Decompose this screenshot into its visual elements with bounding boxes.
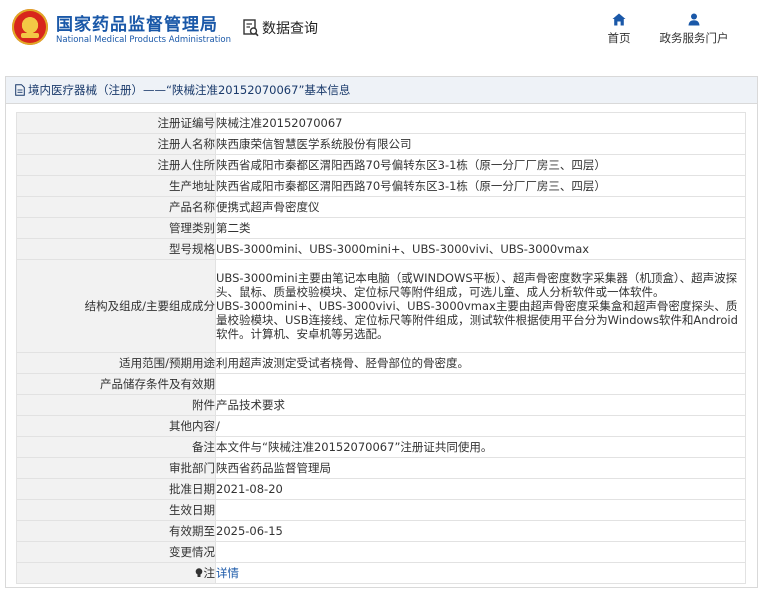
row-value: 2021-08-20 [215, 478, 746, 500]
row-value: 产品技术要求 [215, 394, 746, 416]
table-row: 型号规格 UBS-3000mini、UBS-3000mini+、UBS-3000… [16, 238, 746, 260]
row-label: 附件 [16, 394, 216, 416]
composition-text: UBS-3000mini主要由笔记本电脑（或WINDOWS平板）、超声骨密度数字… [216, 271, 738, 341]
row-label: 注 [203, 566, 216, 580]
row-value: 便携式超声骨密度仪 [215, 196, 746, 218]
table-row: 批准日期 2021-08-20 [16, 478, 746, 500]
table-row: 变更情况 [16, 541, 746, 563]
bulb-icon [195, 568, 202, 577]
table-row: 注册人名称 陕西康荣信智慧医学系统股份有限公司 [16, 133, 746, 155]
site-header: 国家药品监督管理局 National Medical Products Admi… [0, 0, 762, 62]
row-value: 利用超声波测定受试者桡骨、胫骨部位的骨密度。 [215, 352, 746, 374]
row-value: 陕西省咸阳市秦都区渭阳西路70号偏转东区3-1栋（原一分厂厂房三、四层） [215, 175, 746, 197]
table-row: 审批部门 陕西省药品监督管理局 [16, 457, 746, 479]
brand-name-cn[interactable]: 国家药品监督管理局 [56, 10, 218, 35]
row-value [215, 541, 746, 563]
row-label: 生效日期 [16, 499, 216, 521]
row-value: UBS-3000mini主要由笔记本电脑（或WINDOWS平板）、超声骨密度数字… [215, 259, 746, 353]
table-row: 注 详情 [16, 562, 746, 584]
device-info-table: 注册证编号 陕械注准20152070067 注册人名称 陕西康荣信智慧医学系统股… [16, 112, 746, 584]
table-row: 注册人住所 陕西省咸阳市秦都区渭阳西路70号偏转东区3-1栋（原一分厂厂房三、四… [16, 154, 746, 176]
table-row: 备注 本文件与“陕械注准20152070067”注册证共同使用。 [16, 436, 746, 458]
row-value: / [215, 415, 746, 437]
row-label: 产品名称 [16, 196, 216, 218]
row-value: 第二类 [215, 217, 746, 239]
table-row: 产品名称 便携式超声骨密度仪 [16, 196, 746, 218]
row-value [215, 499, 746, 521]
row-value: 陕械注准20152070067 [215, 112, 746, 134]
row-value: 本文件与“陕械注准20152070067”注册证共同使用。 [215, 436, 746, 458]
row-label: 适用范围/预期用途 [16, 352, 216, 374]
row-label: 注册人住所 [16, 154, 216, 176]
row-label: 审批部门 [16, 457, 216, 479]
panel-title: 境内医疗器械（注册）——“陕械注准20152070067”基本信息 [6, 77, 757, 104]
table-row: 适用范围/预期用途 利用超声波测定受试者桡骨、胫骨部位的骨密度。 [16, 352, 746, 374]
nav-home[interactable]: 首页 [605, 13, 633, 46]
row-label: 产品储存条件及有效期 [16, 373, 216, 395]
table-row: 管理类别 第二类 [16, 217, 746, 239]
nav-gov-service-portal[interactable]: 政务服务门户 [656, 13, 732, 46]
row-label: 注册证编号 [16, 112, 216, 134]
info-panel: 境内医疗器械（注册）——“陕械注准20152070067”基本信息 注册证编号 … [5, 76, 758, 588]
table-row: 附件 产品技术要求 [16, 394, 746, 416]
document-icon [15, 84, 25, 96]
data-query-link[interactable]: 数据查询 [243, 18, 318, 38]
row-label: 有效期至 [16, 520, 216, 542]
row-value: 详情 [215, 562, 746, 584]
row-value: 陕西康荣信智慧医学系统股份有限公司 [215, 133, 746, 155]
details-link[interactable]: 详情 [216, 566, 239, 580]
table-row: 有效期至 2025-06-15 [16, 520, 746, 542]
row-label: 注册人名称 [16, 133, 216, 155]
row-label: 生产地址 [16, 175, 216, 197]
nav-home-label: 首页 [607, 31, 631, 45]
table-row: 生产地址 陕西省咸阳市秦都区渭阳西路70号偏转东区3-1栋（原一分厂厂房三、四层… [16, 175, 746, 197]
nav-gov-label: 政务服务门户 [659, 31, 729, 45]
panel-title-text: 境内医疗器械（注册）——“陕械注准20152070067”基本信息 [28, 83, 351, 97]
table-row: 结构及组成/主要组成成分 UBS-3000mini主要由笔记本电脑（或WINDO… [16, 259, 746, 353]
row-value: 陕西省咸阳市秦都区渭阳西路70号偏转东区3-1栋（原一分厂厂房三、四层） [215, 154, 746, 176]
row-label: 型号规格 [16, 238, 216, 260]
row-value [215, 373, 746, 395]
search-document-icon [243, 19, 259, 37]
row-label: 变更情况 [16, 541, 216, 563]
row-label: 批准日期 [16, 478, 216, 500]
home-icon [612, 13, 626, 26]
person-icon [688, 13, 700, 26]
row-label: 管理类别 [16, 217, 216, 239]
table-row: 生效日期 [16, 499, 746, 521]
table-row: 其他内容 / [16, 415, 746, 437]
table-row: 产品储存条件及有效期 [16, 373, 746, 395]
table-row: 注册证编号 陕械注准20152070067 [16, 112, 746, 134]
row-value: 2025-06-15 [215, 520, 746, 542]
row-label: 其他内容 [16, 415, 216, 437]
brand-name-en[interactable]: National Medical Products Administration [56, 35, 231, 45]
row-label: 结构及组成/主要组成成分 [16, 259, 216, 353]
row-value: 陕西省药品监督管理局 [215, 457, 746, 479]
data-query-label: 数据查询 [262, 21, 318, 37]
national-emblem-logo[interactable] [12, 9, 48, 45]
row-value: UBS-3000mini、UBS-3000mini+、UBS-3000vivi、… [215, 238, 746, 260]
row-label: 备注 [16, 436, 216, 458]
note-label-cell: 注 [16, 562, 216, 584]
